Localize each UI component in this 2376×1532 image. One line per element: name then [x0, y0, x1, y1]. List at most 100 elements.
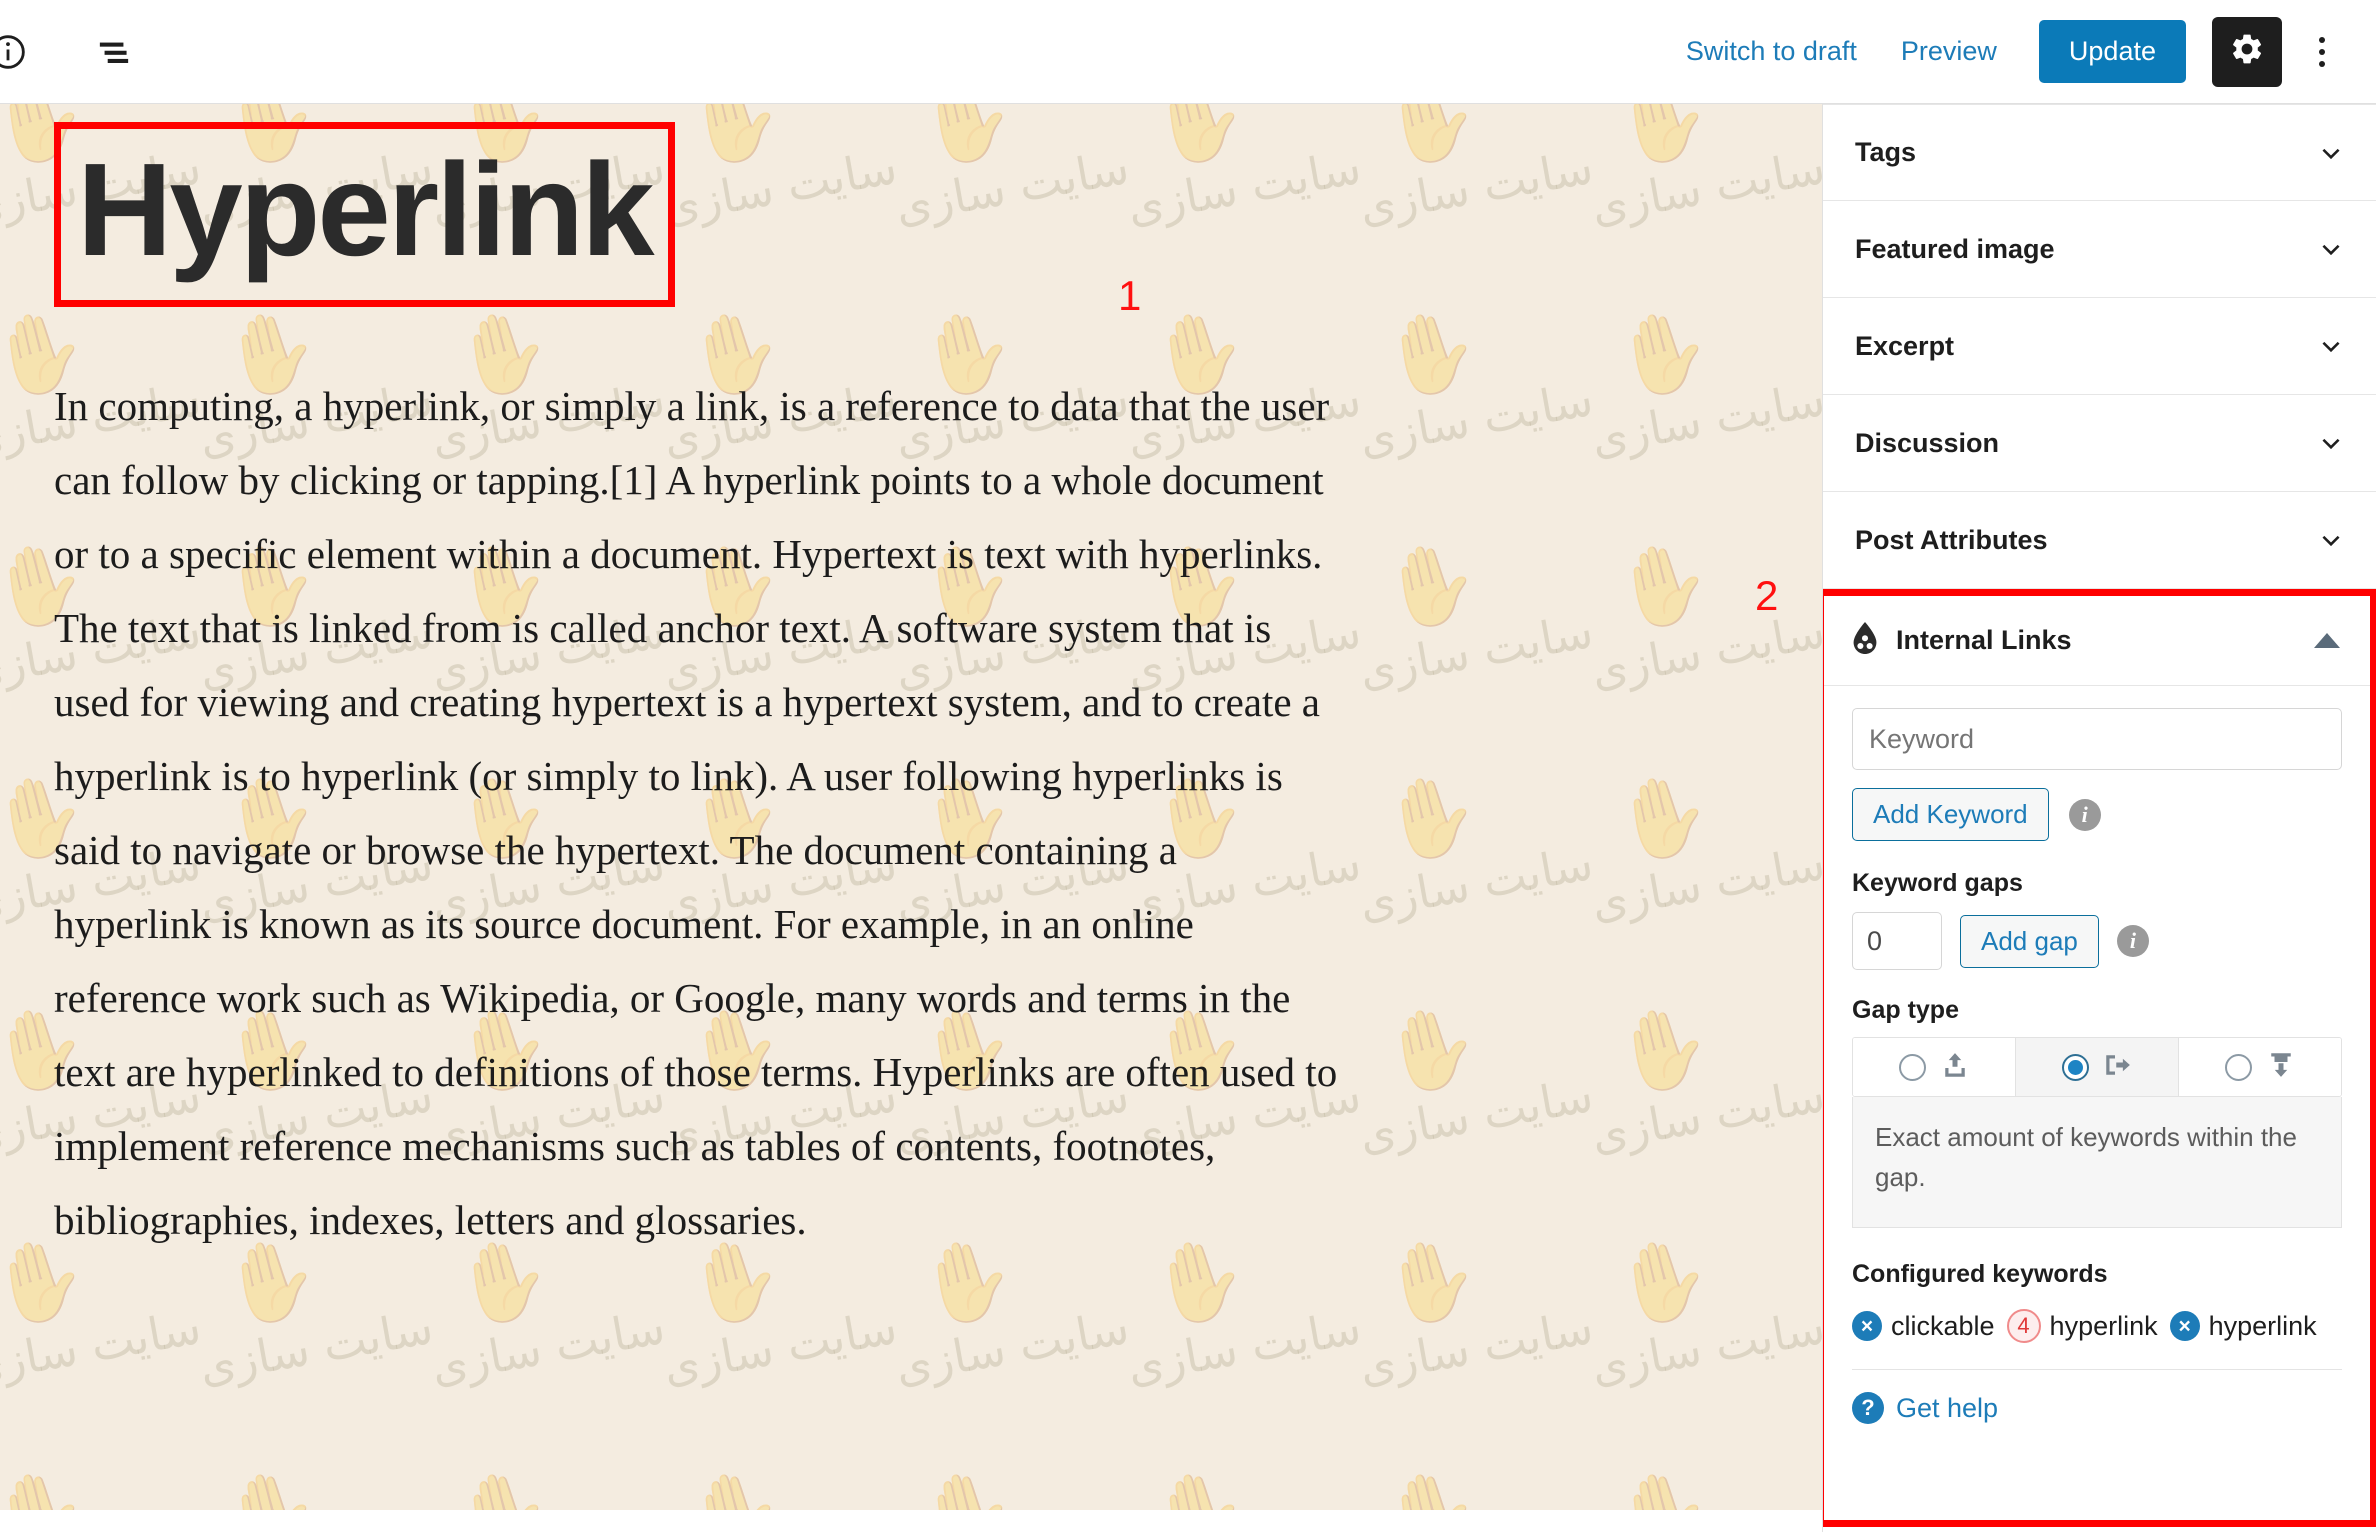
- watermark-tile: ✋سایت سازی: [1352, 1224, 1597, 1454]
- post-body[interactable]: In computing, a hyperlink, or simply a l…: [54, 369, 1344, 1257]
- add-gap-button[interactable]: Add gap: [1960, 914, 2099, 968]
- toolbar-right-group: Switch to draft Preview Update: [1664, 16, 2376, 87]
- gap-type-option-after[interactable]: [2179, 1038, 2341, 1096]
- info-icon[interactable]: i: [2116, 925, 2149, 957]
- panel-label: Tags: [1855, 137, 1917, 167]
- post-title-wrapper: Hyperlink: [54, 122, 675, 307]
- watermark-text: سایت سازی: [427, 1299, 669, 1395]
- watermark-tile: ✋سایت سازی: [1352, 1456, 1582, 1510]
- keyword-count-badge: 4: [2006, 1309, 2041, 1343]
- sidebar-panel-tags[interactable]: Tags: [1823, 104, 2376, 201]
- gap-type-selector: [1852, 1037, 2342, 1097]
- switch-to-draft-button[interactable]: Switch to draft: [1664, 24, 1879, 79]
- watermark-tile: ✋سایت سازی: [424, 1456, 654, 1510]
- watermark-hand-icon: ✋: [1141, 1459, 1257, 1510]
- internal-links-panel-header[interactable]: Internal Links: [1824, 596, 2370, 686]
- keyword-input[interactable]: [1852, 708, 2342, 770]
- watermark-hand-icon: ✋: [445, 1459, 561, 1510]
- post-title[interactable]: Hyperlink: [54, 122, 675, 307]
- internal-links-title: Internal Links: [1896, 625, 2072, 655]
- radio-button[interactable]: [1898, 1053, 1926, 1081]
- close-circle-icon[interactable]: ×: [1852, 1311, 1882, 1341]
- gap-value-input[interactable]: [1852, 912, 1942, 970]
- watermark-hand-icon: ✋: [0, 1459, 96, 1510]
- sidebar-panel-featured-image[interactable]: Featured image: [1823, 201, 2376, 298]
- arrow-up-out-icon: [1940, 1050, 1970, 1085]
- watermark-text: سایت سازی: [1587, 1299, 1822, 1395]
- keyword-label: clickable: [1891, 1310, 1995, 1341]
- internal-links-panel-body: Add Keyword i Keyword gaps Add gap i Gap…: [1824, 686, 2370, 1424]
- gap-type-description: Exact amount of keywords within the gap.: [1852, 1097, 2342, 1228]
- add-keyword-button[interactable]: Add Keyword: [1852, 788, 2049, 841]
- kebab-menu-icon: [2319, 60, 2325, 67]
- panel-label: Discussion: [1855, 427, 2000, 458]
- divider: [1852, 1369, 2342, 1370]
- toolbar-left-group: [0, 16, 150, 88]
- sidebar-panel-post-attributes[interactable]: Post Attributes: [1823, 492, 2376, 589]
- info-icon[interactable]: i: [2068, 798, 2101, 831]
- post-content: Hyperlink In computing, a hyperlink, or …: [0, 104, 1822, 1257]
- watermark-tile: ✋سایت سازی: [192, 1456, 422, 1510]
- watermark-tile: ✋سایت سازی: [0, 1456, 190, 1510]
- question-circle-icon: ?: [1852, 1392, 1884, 1424]
- watermark-tile: ✋سایت سازی: [1120, 1224, 1365, 1454]
- watermark-tile: ✋سایت سازی: [424, 1224, 669, 1454]
- update-button[interactable]: Update: [2038, 20, 2186, 83]
- watermark-tile: ✋سایت سازی: [1584, 1456, 1814, 1510]
- arrow-down-in-icon: [2266, 1050, 2296, 1085]
- settings-button[interactable]: [2212, 16, 2282, 87]
- watermark-tile: ✋سایت سازی: [192, 1224, 437, 1454]
- chevron-down-icon: [2318, 236, 2344, 262]
- radio-button[interactable]: [2224, 1053, 2252, 1081]
- chevron-down-icon: [2318, 140, 2344, 166]
- droplet-link-icon: [1850, 621, 1880, 660]
- get-help-link[interactable]: Get help: [1896, 1393, 1998, 1424]
- arrow-right-out-icon: [2103, 1050, 2133, 1085]
- get-help-row[interactable]: ? Get help: [1852, 1392, 2342, 1424]
- kebab-menu-icon: [2319, 48, 2325, 55]
- watermark-tile: ✋سایت سازی: [656, 1224, 901, 1454]
- gap-type-option-exact[interactable]: [2016, 1038, 2179, 1096]
- watermark-text: سایت سازی: [659, 1299, 901, 1395]
- keyword-label: hyperlink: [2049, 1310, 2158, 1341]
- watermark-text: سایت سازی: [891, 1299, 1133, 1395]
- configured-keyword-item[interactable]: × clickable: [1852, 1311, 1995, 1342]
- sidebar-panel-excerpt[interactable]: Excerpt: [1823, 298, 2376, 395]
- watermark-hand-icon: ✋: [909, 1459, 1025, 1510]
- caret-up-icon[interactable]: [2314, 633, 2340, 648]
- close-circle-icon[interactable]: ×: [2169, 1311, 2200, 1341]
- watermark-tile: ✋سایت سازی: [888, 1456, 1118, 1510]
- panel-label: Excerpt: [1855, 330, 1955, 361]
- add-keyword-row: Add Keyword i: [1852, 788, 2342, 841]
- radio-button[interactable]: [2061, 1053, 2089, 1081]
- watermark-text: سایت سازی: [1123, 1299, 1365, 1395]
- chevron-down-icon: [2318, 430, 2344, 456]
- document-outline-icon[interactable]: [78, 16, 150, 88]
- panel-label: Post Attributes: [1855, 524, 2048, 555]
- internal-links-panel: Internal Links Add Keyword i Keyword gap…: [1823, 589, 2376, 1527]
- configured-keyword-item[interactable]: 4 hyperlink: [2006, 1309, 2158, 1343]
- preview-button[interactable]: Preview: [1879, 24, 2019, 79]
- watermark-text: سایت سازی: [0, 1299, 205, 1395]
- watermark-tile: ✋سایت سازی: [888, 1224, 1133, 1454]
- watermark-hand-icon: ✋: [1605, 1459, 1721, 1510]
- keyword-gaps-label: Keyword gaps: [1852, 869, 2023, 897]
- configured-keywords-list: × clickable 4 hyperlink × hyperlink: [1852, 1309, 2342, 1343]
- keyword-label: hyperlink: [2208, 1310, 2317, 1341]
- annotation-marker-2: 2: [1755, 572, 1779, 619]
- watermark-text: سایت سازی: [1355, 1299, 1597, 1395]
- settings-sidebar: Tags Featured image Excerpt Discussion P…: [1822, 104, 2376, 1532]
- gap-type-option-before[interactable]: [1853, 1038, 2016, 1096]
- annotation-marker-1: 1: [1118, 272, 1142, 319]
- more-options-button[interactable]: [2294, 17, 2350, 87]
- info-circle-icon[interactable]: [0, 16, 44, 88]
- configured-keyword-item[interactable]: × hyperlink: [2169, 1310, 2317, 1342]
- sidebar-panel-discussion[interactable]: Discussion: [1823, 395, 2376, 492]
- watermark-tile: ✋سایت سازی: [0, 1224, 205, 1454]
- configured-keywords-label: Configured keywords: [1852, 1260, 2108, 1288]
- chevron-down-icon: [2318, 333, 2344, 359]
- watermark-tile: ✋سایت سازی: [1584, 1224, 1822, 1454]
- kebab-menu-icon: [2319, 36, 2325, 43]
- watermark-tile: ✋سایت سازی: [656, 1456, 886, 1510]
- watermark-hand-icon: ✋: [677, 1459, 793, 1510]
